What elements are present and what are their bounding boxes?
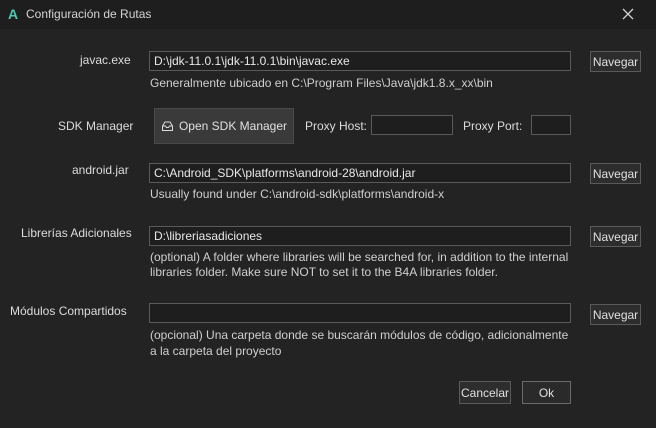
javac-hint: Generalmente ubicado en C:\Program Files…: [150, 76, 493, 90]
proxy-host-label: Proxy Host:: [305, 119, 368, 133]
libraries-path-input[interactable]: [149, 226, 571, 246]
libraries-label: Librerías Adicionales: [21, 226, 132, 240]
title-bar: A Configuración de Rutas: [0, 0, 656, 29]
javac-label: javac.exe: [80, 53, 131, 67]
android-jar-label: android.jar: [72, 163, 129, 177]
proxy-host-input[interactable]: [371, 115, 453, 135]
android-jar-path-input[interactable]: [149, 163, 571, 183]
sdk-manager-icon: [161, 121, 173, 131]
open-sdk-manager-label: Open SDK Manager: [178, 119, 288, 133]
libraries-browse-button[interactable]: Navegar: [590, 226, 641, 247]
javac-browse-button[interactable]: Navegar: [590, 51, 641, 72]
shared-modules-hint-line2: a la carpeta del proyecto: [150, 344, 282, 358]
sdk-manager-label: SDK Manager: [58, 119, 134, 133]
cancel-button[interactable]: Cancelar: [459, 381, 511, 404]
b4a-app-icon: A: [8, 6, 19, 22]
window-title: Configuración de Rutas: [26, 7, 152, 21]
shared-modules-hint-line1: (opcional) Una carpeta donde se buscarán…: [150, 328, 569, 342]
shared-modules-browse-button[interactable]: Navegar: [590, 304, 641, 325]
libraries-hint-line2: libraries folder. Make sure NOT to set i…: [150, 265, 498, 279]
proxy-port-input[interactable]: [531, 115, 571, 135]
dialog-content: javac.exe Navegar Generalmente ubicado e…: [0, 29, 656, 428]
javac-path-input[interactable]: [149, 51, 571, 71]
open-sdk-manager-button[interactable]: Open SDK Manager: [154, 108, 294, 144]
android-jar-browse-button[interactable]: Navegar: [590, 163, 641, 184]
close-icon: [622, 8, 634, 20]
shared-modules-path-input[interactable]: [149, 303, 571, 323]
proxy-port-label: Proxy Port:: [463, 119, 523, 133]
android-jar-hint: Usually found under C:\android-sdk\platf…: [150, 187, 445, 201]
shared-modules-label: Módulos Compartidos: [10, 304, 127, 318]
close-button[interactable]: [612, 0, 644, 28]
ok-button[interactable]: Ok: [522, 381, 571, 404]
